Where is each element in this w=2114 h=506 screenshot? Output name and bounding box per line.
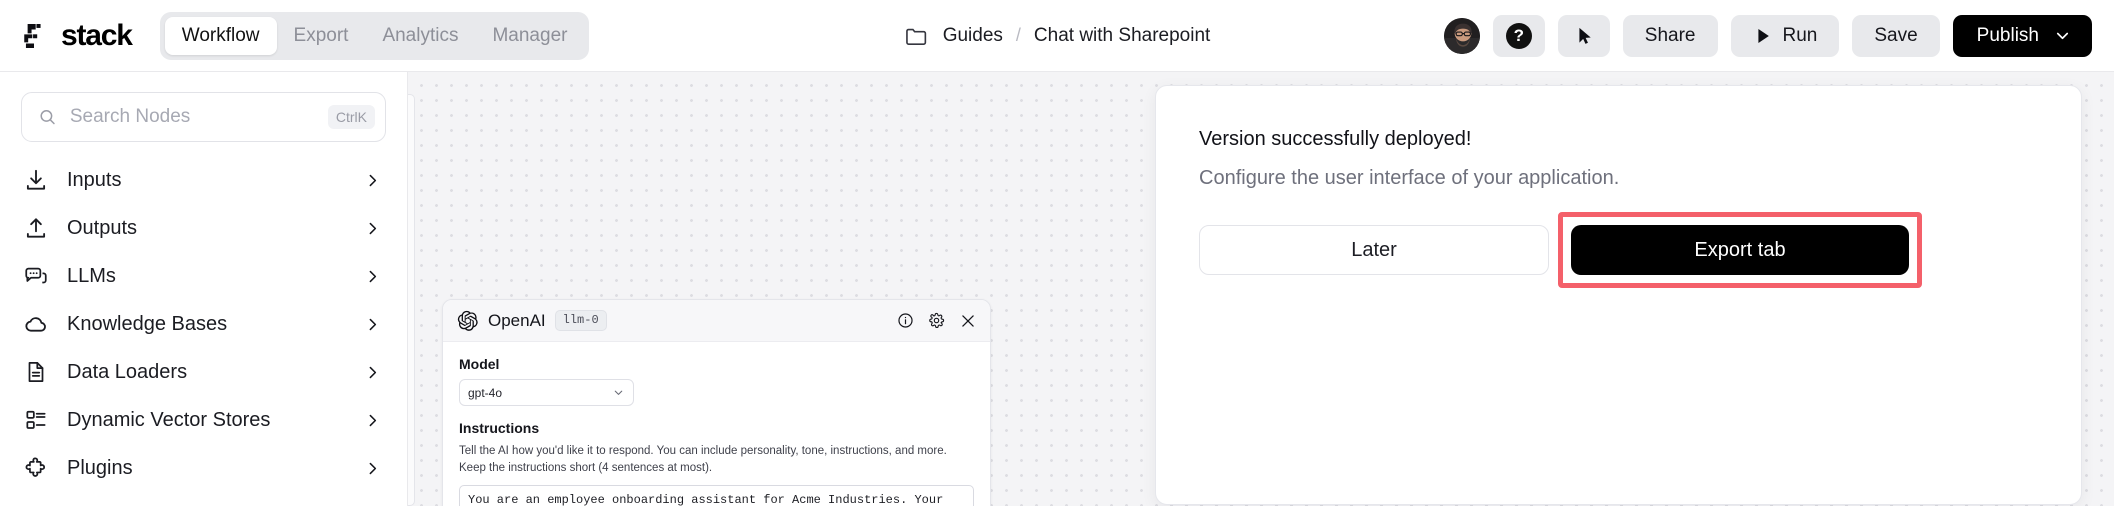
later-label: Later xyxy=(1351,238,1397,261)
play-icon xyxy=(1757,28,1769,43)
node-id-badge: llm-0 xyxy=(554,310,607,331)
breadcrumb-separator: / xyxy=(1015,25,1021,45)
sidebar-item-inputs[interactable]: Inputs xyxy=(0,156,407,204)
panel-collapse-handle[interactable] xyxy=(408,94,415,506)
sidebar-item-data-loaders[interactable]: Data Loaders xyxy=(0,348,407,396)
upload-arrow-icon xyxy=(26,218,46,238)
app-root: stack Workflow Export Analytics Manager … xyxy=(0,0,2114,506)
run-label: Run xyxy=(1782,24,1818,46)
chevron-right-icon xyxy=(369,414,377,426)
instructions-help-line-2: Keep the instructions short (4 sentences… xyxy=(459,462,713,475)
save-button[interactable]: Save xyxy=(1852,14,1940,57)
workflow-canvas[interactable]: OpenAI llm-0 Model gpt-4o Instructions T… xyxy=(408,72,2114,506)
model-select[interactable]: gpt-4o xyxy=(459,379,634,406)
breadcrumb: Guides / Chat with Sharepoint xyxy=(904,23,1210,49)
document-icon xyxy=(28,362,44,382)
openai-node[interactable]: OpenAI llm-0 Model gpt-4o Instructions T… xyxy=(442,299,991,506)
help-button[interactable]: ? xyxy=(1492,14,1545,57)
folder-icon xyxy=(906,28,927,45)
chevron-right-icon xyxy=(369,462,377,474)
share-button[interactable]: Share xyxy=(1622,14,1718,57)
toast-title: Version successfully deployed! xyxy=(1199,128,1472,150)
sidebar: CtrlK Inputs Outputs xyxy=(0,72,408,506)
model-value: gpt-4o xyxy=(468,385,503,400)
sidebar-item-label: LLMs xyxy=(67,264,116,287)
sidebar-item-label: Data Loaders xyxy=(67,360,188,383)
chevron-right-icon xyxy=(369,222,377,234)
toast-actions: Later Export tab xyxy=(1199,212,2038,288)
search-box[interactable]: CtrlK xyxy=(21,92,386,142)
question-mark-icon: ? xyxy=(1505,22,1532,49)
instructions-label: Instructions xyxy=(459,420,540,436)
share-label: Share xyxy=(1644,24,1696,46)
chat-bubbles-icon xyxy=(25,267,47,284)
search-icon xyxy=(40,110,55,125)
export-tab-button[interactable]: Export tab xyxy=(1571,225,1909,275)
sidebar-item-plugins[interactable]: Plugins xyxy=(0,444,407,492)
gear-icon[interactable] xyxy=(928,312,945,329)
chevron-right-icon xyxy=(369,318,377,330)
nav-tabs: Workflow Export Analytics Manager xyxy=(159,11,590,60)
sidebar-item-label: Outputs xyxy=(67,216,138,239)
tab-manager[interactable]: Manager xyxy=(475,17,584,55)
cloud-icon xyxy=(25,317,46,332)
model-label: Model xyxy=(459,356,500,372)
save-label: Save xyxy=(1874,24,1918,46)
toast-subtitle: Configure the user interface of your app… xyxy=(1199,167,1620,189)
search-input[interactable] xyxy=(69,106,315,128)
search-section: CtrlK xyxy=(0,72,407,142)
cursor-tool-button[interactable] xyxy=(1557,14,1610,57)
download-arrow-icon xyxy=(26,169,46,190)
node-header-actions xyxy=(897,312,977,330)
app-header: stack Workflow Export Analytics Manager … xyxy=(0,0,2114,72)
tab-workflow[interactable]: Workflow xyxy=(164,16,277,55)
brand-name: stack xyxy=(61,18,133,52)
puzzle-piece-icon xyxy=(25,457,46,477)
cursor-pointer-icon xyxy=(1579,27,1591,44)
avatar-image xyxy=(1443,17,1480,54)
later-button[interactable]: Later xyxy=(1199,225,1549,275)
brand[interactable]: stack xyxy=(22,18,133,52)
stack-logo-icon xyxy=(24,23,41,48)
node-title: OpenAI xyxy=(488,310,546,330)
tab-analytics[interactable]: Analytics xyxy=(365,17,475,55)
export-tab-label: Export tab xyxy=(1694,238,1786,261)
sidebar-item-llms[interactable]: LLMs xyxy=(0,252,407,300)
chevron-down-icon xyxy=(614,390,623,395)
info-icon[interactable] xyxy=(897,312,914,329)
breadcrumb-parent[interactable]: Guides xyxy=(943,25,1003,47)
sidebar-item-knowledge-bases[interactable]: Knowledge Bases xyxy=(0,300,407,348)
sidebar-item-label: Plugins xyxy=(67,456,133,479)
export-tab-highlight: Export tab xyxy=(1558,212,1922,288)
list-blocks-icon xyxy=(26,410,46,429)
instructions-textarea[interactable]: You are an employee onboarding assistant… xyxy=(459,484,974,506)
publish-button[interactable]: Publish xyxy=(1952,14,2092,57)
deployment-toast: Version successfully deployed! Configure… xyxy=(1155,85,2082,505)
search-shortcut-badge: CtrlK xyxy=(327,105,375,129)
chevron-right-icon xyxy=(369,366,377,378)
chevron-down-icon xyxy=(2056,32,2069,40)
avatar[interactable] xyxy=(1443,17,1480,54)
sidebar-item-outputs[interactable]: Outputs xyxy=(0,204,407,252)
header-actions: ? Share Run Save Publish xyxy=(1443,14,2092,57)
run-button[interactable]: Run xyxy=(1730,14,1840,57)
breadcrumb-current[interactable]: Chat with Sharepoint xyxy=(1034,25,1210,47)
tab-export[interactable]: Export xyxy=(277,17,366,55)
sidebar-item-label: Dynamic Vector Stores xyxy=(67,408,271,431)
chevron-right-icon xyxy=(369,270,377,282)
sidebar-item-dynamic-vector-stores[interactable]: Dynamic Vector Stores xyxy=(0,396,407,444)
sidebar-item-label: Inputs xyxy=(67,168,122,191)
instructions-help-line-1: Tell the AI how you'd like it to respond… xyxy=(459,445,947,457)
node-body: Model gpt-4o Instructions Tell the AI ho… xyxy=(443,342,990,506)
publish-label: Publish xyxy=(1976,24,2039,46)
node-categories: Inputs Outputs LLMs Knowledge Bases Data… xyxy=(0,156,407,492)
chevron-right-icon xyxy=(369,174,377,186)
node-header: OpenAI llm-0 xyxy=(443,300,990,342)
close-icon[interactable] xyxy=(959,312,977,330)
sidebar-item-label: Knowledge Bases xyxy=(67,312,228,335)
openai-logo-icon xyxy=(457,310,478,331)
